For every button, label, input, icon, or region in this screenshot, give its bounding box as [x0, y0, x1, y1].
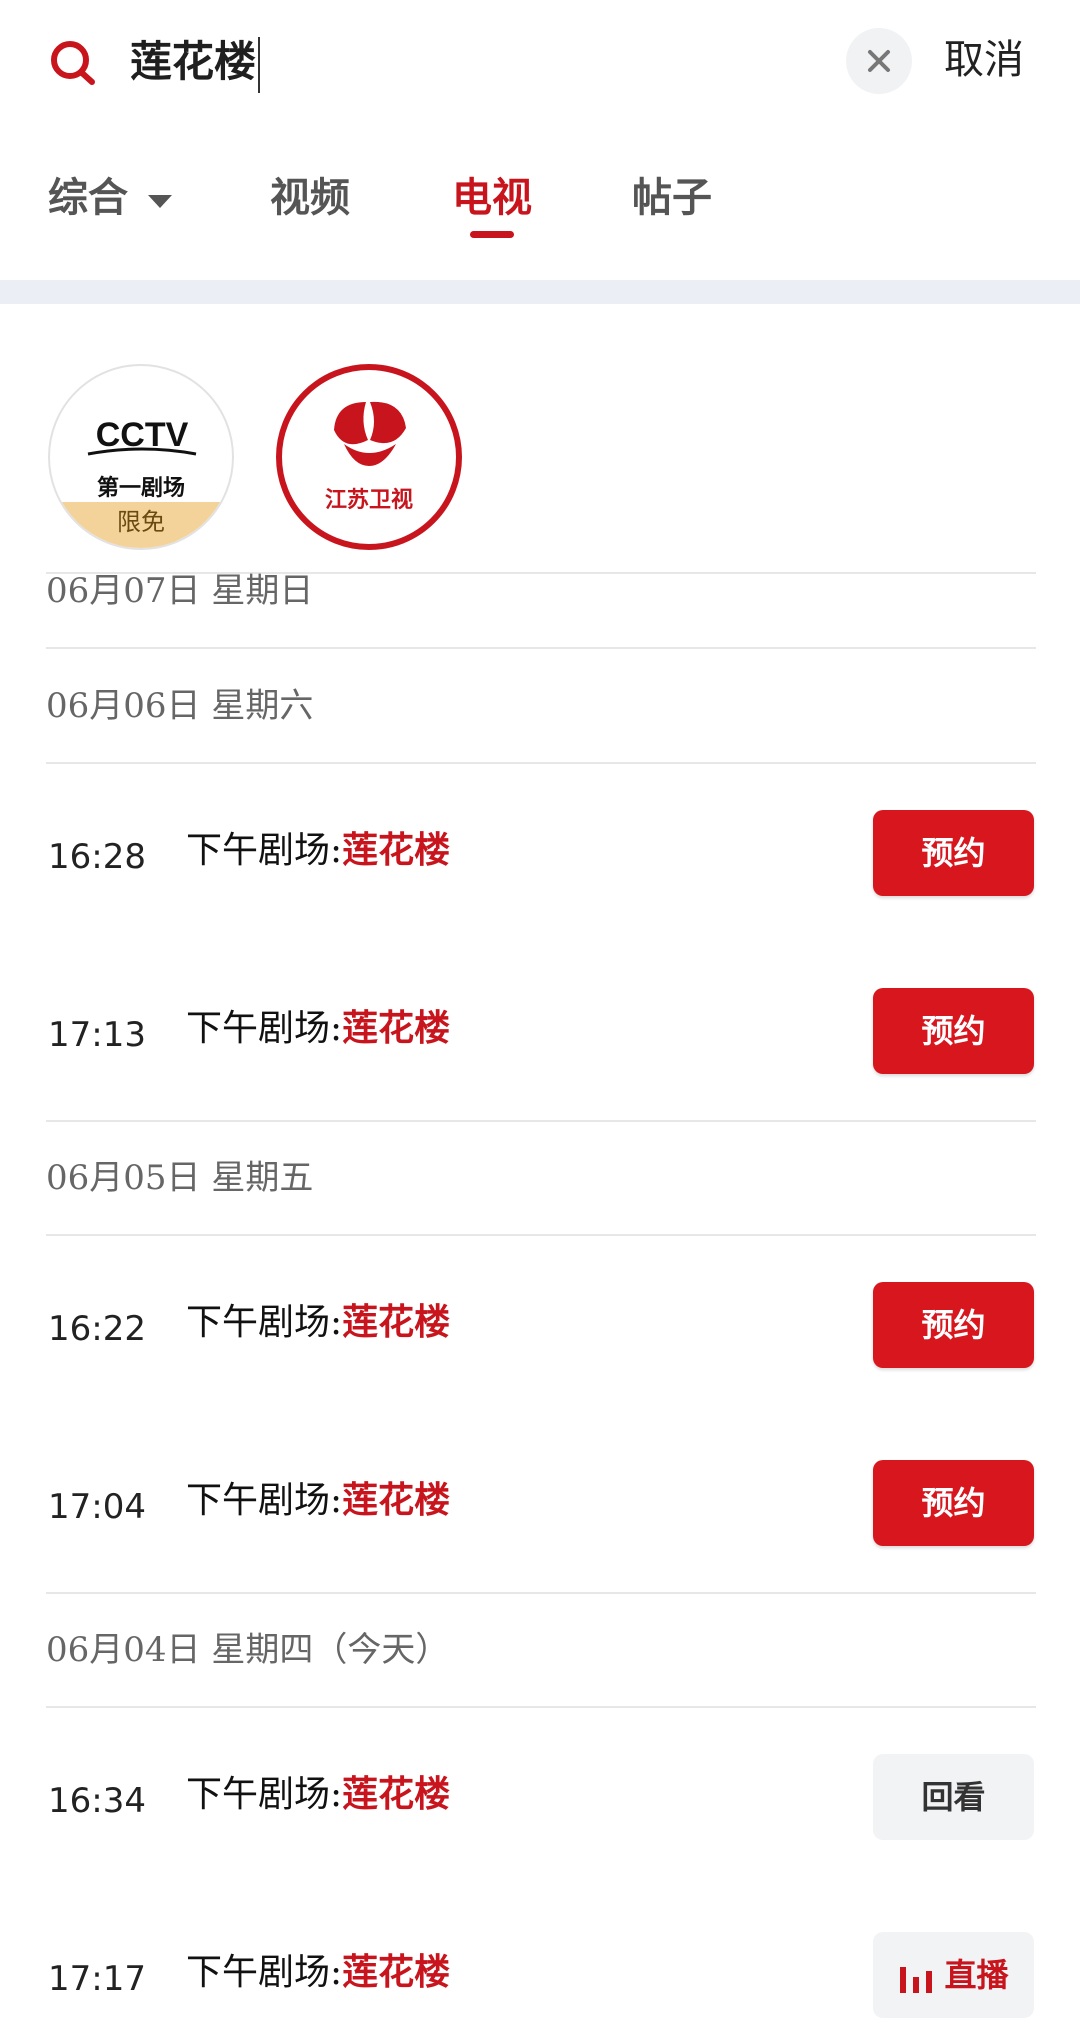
program-title[interactable]: 下午剧场:莲花楼	[186, 1475, 450, 1526]
free-badge: 限免	[50, 502, 232, 548]
search-icon	[51, 41, 95, 85]
divider	[46, 647, 1036, 649]
program-title[interactable]: 下午剧场:莲花楼	[186, 1947, 450, 1998]
channel-jiangsu[interactable]: 江苏卫视	[276, 364, 462, 550]
tab-tv[interactable]: 电视	[452, 170, 532, 226]
program-highlight: 莲花楼	[342, 1773, 451, 1815]
program-title[interactable]: 下午剧场:莲花楼	[186, 825, 450, 876]
program-time: 16:22	[48, 1309, 146, 1349]
reserve-button[interactable]: 预约	[873, 1282, 1034, 1368]
program-title[interactable]: 下午剧场:莲花楼	[186, 1003, 450, 1054]
jiangsu-logo-icon	[334, 401, 406, 466]
divider	[46, 1592, 1036, 1594]
cancel-button[interactable]: 取消	[944, 30, 1024, 90]
day-header: 06月04日 星期四（今天）	[46, 1630, 450, 1670]
tab-posts[interactable]: 帖子	[632, 170, 712, 226]
cctv-logo: CCTV	[87, 416, 197, 456]
divider	[46, 1234, 1036, 1236]
divider	[46, 762, 1036, 764]
program-time: 17:17	[48, 1959, 146, 1999]
close-icon	[868, 50, 890, 72]
caret-down-icon	[147, 195, 172, 208]
program-highlight: 莲花楼	[342, 1301, 451, 1343]
result-tabs: 综合 视频 电视 帖子	[0, 150, 1080, 260]
program-title[interactable]: 下午剧场:莲花楼	[186, 1769, 450, 1820]
active-tab-indicator	[470, 231, 514, 238]
divider	[46, 1120, 1036, 1122]
day-header: 06月07日 星期日	[46, 571, 314, 611]
tab-label: 综合	[48, 174, 128, 221]
live-bars-icon	[900, 1966, 933, 1993]
live-button[interactable]: 直播	[873, 1932, 1034, 2018]
text-caret	[258, 37, 261, 93]
program-title[interactable]: 下午剧场:莲花楼	[186, 1297, 450, 1348]
day-header: 06月06日 星期六	[46, 686, 314, 726]
program-prefix: 下午剧场:	[186, 1480, 343, 1521]
program-prefix: 下午剧场:	[186, 1774, 343, 1815]
clear-search-button[interactable]	[846, 28, 912, 94]
program-highlight: 莲花楼	[342, 1007, 451, 1049]
channel-cctv-drama[interactable]: CCTV 第一剧场 限免	[48, 364, 234, 550]
divider	[46, 1706, 1036, 1708]
program-time: 16:28	[48, 837, 146, 877]
search-query: 莲花楼	[130, 37, 257, 86]
tab-video[interactable]: 视频	[270, 170, 350, 226]
program-highlight: 莲花楼	[342, 829, 451, 871]
section-divider	[0, 280, 1080, 304]
program-time: 17:13	[48, 1015, 146, 1055]
program-time: 16:34	[48, 1781, 146, 1821]
day-header: 06月05日 星期五	[46, 1158, 314, 1198]
program-prefix: 下午剧场:	[186, 830, 343, 871]
replay-button[interactable]: 回看	[873, 1754, 1034, 1840]
channel-name: 江苏卫视	[324, 488, 413, 513]
program-prefix: 下午剧场:	[186, 1008, 343, 1049]
program-prefix: 下午剧场:	[186, 1302, 343, 1343]
search-bar: 莲花楼 取消	[0, 0, 1080, 125]
program-prefix: 下午剧场:	[186, 1952, 343, 1993]
channel-subtitle: 第一剧场	[96, 476, 185, 501]
program-time: 17:04	[48, 1487, 146, 1527]
program-highlight: 莲花楼	[342, 1951, 451, 1993]
live-label: 直播	[944, 1956, 1009, 1994]
tab-label: 电视	[452, 174, 532, 221]
reserve-button[interactable]: 预约	[873, 1460, 1034, 1546]
tab-label: 帖子	[632, 174, 712, 221]
reserve-button[interactable]: 预约	[873, 988, 1034, 1074]
search-input[interactable]: 莲花楼	[130, 32, 261, 93]
reserve-button[interactable]: 预约	[873, 810, 1034, 896]
program-highlight: 莲花楼	[342, 1479, 451, 1521]
tab-comprehensive[interactable]: 综合	[48, 170, 174, 226]
tab-label: 视频	[270, 174, 350, 221]
